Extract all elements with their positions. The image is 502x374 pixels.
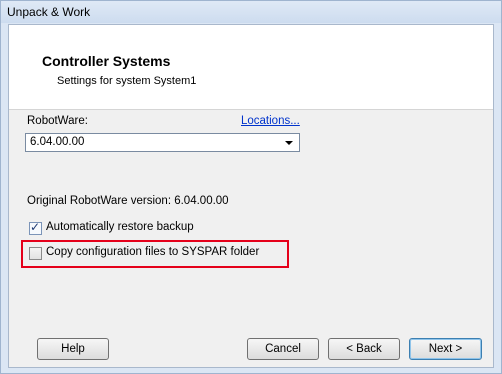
next-button[interactable]: Next > [409,338,482,360]
copy-config-checkbox[interactable] [29,247,42,260]
original-version-text: Original RobotWare version: 6.04.00.00 [27,195,229,207]
robotware-version-value: 6.04.00.00 [30,136,85,148]
restore-backup-checkbox[interactable]: ✓ [29,220,42,235]
page-title: Controller Systems [42,53,171,69]
robotware-label: RobotWare: [27,115,88,127]
help-button[interactable]: Help [37,338,109,360]
chevron-down-icon[interactable] [282,135,296,150]
title-bar: Unpack & Work [1,1,501,23]
locations-link[interactable]: Locations... [241,115,300,127]
copy-config-label: Copy configuration files to SYSPAR folde… [46,246,260,258]
page-subtitle: Settings for system System1 [57,75,197,87]
wizard-header: Controller Systems Settings for system S… [9,25,493,110]
restore-backup-label: Automatically restore backup [46,221,194,233]
back-button[interactable]: < Back [328,338,400,360]
cancel-button[interactable]: Cancel [247,338,319,360]
checkmark-icon: ✓ [30,220,41,234]
robotware-version-select[interactable]: 6.04.00.00 [25,133,300,152]
window-title: Unpack & Work [7,5,91,19]
